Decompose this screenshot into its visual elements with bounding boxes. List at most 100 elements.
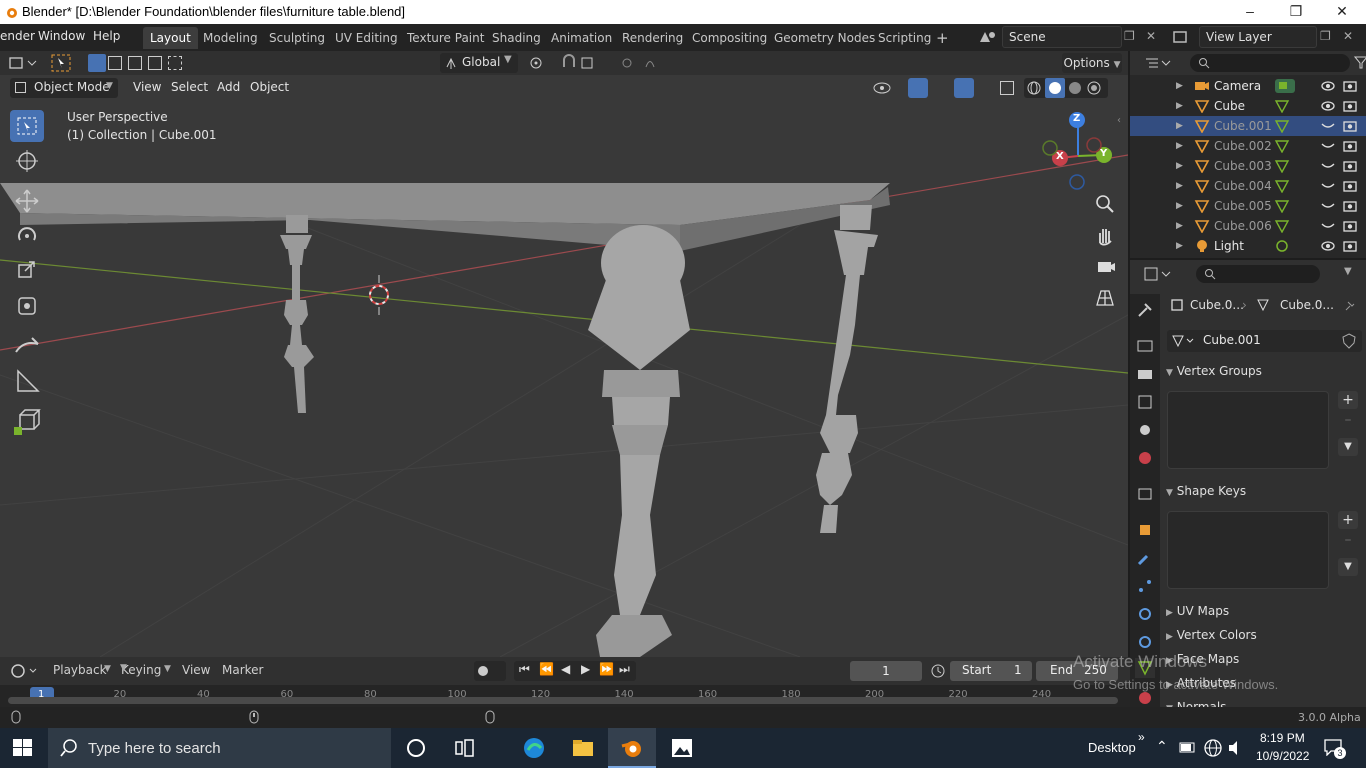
jump-start-icon[interactable]: ⏮	[519, 662, 530, 677]
scale-tool[interactable]	[10, 255, 44, 287]
eye-icon[interactable]	[1320, 100, 1336, 112]
timeline-scrollbar[interactable]	[8, 697, 1118, 704]
uv-maps-panel-header[interactable]: ▶ UV Maps	[1166, 600, 1362, 622]
scene-field[interactable]: Scene	[1002, 26, 1122, 48]
close-button[interactable]: ✕	[1319, 0, 1365, 24]
network-globe-icon[interactable]	[1203, 738, 1223, 758]
mesh-selector[interactable]: Cube.001	[1167, 330, 1362, 352]
object-tab-icon[interactable]	[1135, 520, 1155, 540]
hidden-eye-icon[interactable]	[1320, 120, 1336, 132]
windows-start-icon[interactable]	[13, 739, 33, 757]
remove-vertex-group-button[interactable]: –	[1338, 411, 1358, 429]
render-camera-icon[interactable]	[1342, 239, 1358, 253]
collection-tab-icon[interactable]	[1135, 484, 1155, 504]
minimize-button[interactable]: –	[1227, 0, 1273, 24]
tab-texture-paint[interactable]: Texture Paint	[400, 27, 491, 49]
render-camera-icon[interactable]	[1342, 79, 1358, 93]
desktop-toolbar-label[interactable]: Desktop	[1088, 740, 1136, 755]
editor-type-icon[interactable]	[8, 55, 38, 71]
physics-tab-icon[interactable]	[1135, 604, 1155, 624]
clock-date[interactable]: 10/9/2022	[1256, 749, 1309, 763]
transform-orientation-dropdown[interactable]: Global ▼	[440, 53, 518, 73]
hidden-eye-icon[interactable]	[1320, 160, 1336, 172]
hidden-eye-icon[interactable]	[1320, 200, 1336, 212]
mode-invert-icon[interactable]	[148, 56, 162, 70]
next-keyframe-icon[interactable]: ⏩	[599, 662, 614, 676]
output-tab-icon[interactable]	[1135, 364, 1155, 384]
render-camera-icon[interactable]	[1342, 219, 1358, 233]
proportional-editing-icon[interactable]	[618, 53, 668, 73]
render-camera-icon[interactable]	[1342, 179, 1358, 193]
photos-icon[interactable]	[670, 736, 694, 760]
display-mode-icon[interactable]	[1144, 56, 1172, 70]
clock-time[interactable]: 8:19 PM	[1260, 731, 1305, 745]
constraints-tab-icon[interactable]	[1135, 632, 1155, 652]
render-camera-icon[interactable]	[1342, 199, 1358, 213]
notification-center-button[interactable]: 3	[1323, 738, 1346, 759]
mesh-data-icon[interactable]	[1274, 199, 1290, 213]
outliner-row-cube-001[interactable]: ▶ Cube.001	[1130, 116, 1366, 136]
rotate-tool[interactable]	[10, 220, 44, 252]
breadcrumb-mesh[interactable]: Cube.0...	[1280, 298, 1334, 312]
outliner-row-cube-002[interactable]: ▶ Cube.002	[1130, 136, 1366, 156]
cursor-tool[interactable]	[10, 145, 44, 177]
mode-set-icon[interactable]	[88, 54, 106, 72]
expand-arrow-icon[interactable]: ▶	[1176, 116, 1183, 136]
eye-icon[interactable]	[1320, 80, 1336, 92]
taskbar-search-box[interactable]: Type here to search	[48, 728, 391, 768]
vertex-groups-panel-header[interactable]: ▼ Vertex Groups	[1166, 360, 1362, 382]
camera-data-icon[interactable]	[1274, 78, 1296, 94]
expand-arrow-icon[interactable]: ▶	[1176, 156, 1183, 176]
mode-intersect-icon[interactable]	[168, 56, 182, 70]
tab-compositing[interactable]: Compositing	[685, 27, 774, 49]
outliner-row-cube-004[interactable]: ▶ Cube.004	[1130, 176, 1366, 196]
light-data-icon[interactable]	[1274, 239, 1290, 253]
add-vertex-group-button[interactable]: +	[1338, 391, 1358, 409]
keying-menu[interactable]: Keying	[121, 663, 161, 677]
expand-arrow-icon[interactable]: ▶	[1176, 136, 1183, 156]
mode-subtract-icon[interactable]	[128, 56, 142, 70]
battery-icon[interactable]	[1178, 738, 1198, 758]
new-scene-icon[interactable]: ❐	[1124, 29, 1135, 43]
tab-sculpting[interactable]: Sculpting	[262, 27, 332, 49]
chevron-down-icon[interactable]: ▼	[1344, 266, 1352, 277]
vertex-group-specials-button[interactable]: ▼	[1338, 438, 1358, 456]
particles-tab-icon[interactable]	[1135, 576, 1155, 596]
move-tool[interactable]	[10, 185, 44, 217]
auto-keying-toggle[interactable]	[474, 661, 506, 681]
cortana-icon[interactable]	[404, 736, 428, 760]
remove-scene-icon[interactable]: ✕	[1146, 29, 1156, 43]
hidden-eye-icon[interactable]	[1320, 180, 1336, 192]
render-camera-icon[interactable]	[1342, 119, 1358, 133]
tab-modeling[interactable]: Modeling	[196, 27, 265, 49]
shape-keys-panel-header[interactable]: ▼ Shape Keys	[1166, 480, 1362, 502]
render-camera-icon[interactable]	[1342, 139, 1358, 153]
render-camera-icon[interactable]	[1342, 99, 1358, 113]
outliner-row-cube[interactable]: ▶ Cube	[1130, 96, 1366, 116]
tray-overflow-icon[interactable]: ⌃	[1156, 738, 1168, 755]
remove-view-layer-icon[interactable]: ✕	[1343, 29, 1353, 43]
timeline-editor-icon[interactable]	[10, 663, 40, 679]
vertex-groups-list[interactable]	[1167, 391, 1329, 469]
edge-icon[interactable]	[522, 736, 546, 760]
camera-view-button[interactable]	[1090, 252, 1120, 280]
outliner-search-field[interactable]	[1190, 54, 1350, 72]
scene-icon[interactable]	[976, 28, 998, 46]
view-layer-tab-icon[interactable]	[1135, 392, 1155, 412]
jump-end-icon[interactable]: ⏭	[619, 662, 630, 677]
file-explorer-icon[interactable]	[571, 736, 595, 760]
hidden-eye-icon[interactable]	[1320, 140, 1336, 152]
volume-icon[interactable]	[1226, 738, 1246, 758]
outliner-row-cube-003[interactable]: ▶ Cube.003	[1130, 156, 1366, 176]
hidden-eye-icon[interactable]	[1320, 220, 1336, 232]
view-layer-icon[interactable]	[1172, 29, 1196, 45]
snap-icon[interactable]	[560, 53, 610, 73]
sidebar-toggle-icon[interactable]: ‹	[1117, 115, 1121, 126]
tab-shading[interactable]: Shading	[485, 27, 548, 49]
tool-tab-icon[interactable]	[1135, 300, 1155, 320]
play-reverse-icon[interactable]: ◀	[561, 662, 570, 676]
fake-user-shield-icon[interactable]	[1341, 333, 1357, 349]
new-view-layer-icon[interactable]: ❐	[1320, 29, 1331, 43]
outliner-row-camera[interactable]: ▶ Camera	[1130, 76, 1366, 96]
outliner-row-cube-005[interactable]: ▶ Cube.005	[1130, 196, 1366, 216]
